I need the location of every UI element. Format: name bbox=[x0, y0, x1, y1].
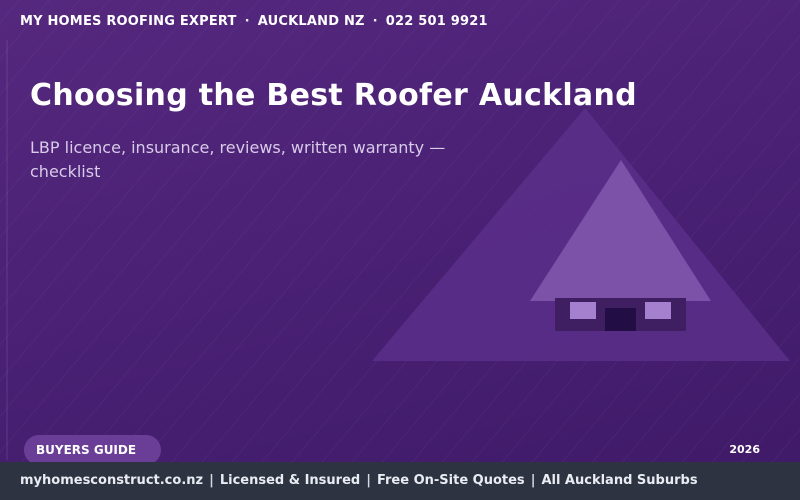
footer-separator: | bbox=[209, 473, 214, 488]
footer-bar: myhomesconstruct.co.nz | Licensed & Insure… bbox=[0, 462, 800, 500]
house-illustration bbox=[372, 108, 790, 361]
footer-licensed: Licensed & Insured bbox=[219, 473, 361, 488]
footer-quotes: Free On-Site Quotes bbox=[376, 473, 525, 488]
footer-separator: | bbox=[530, 473, 536, 488]
page-subtitle: LBP licence, insurance, reviews, written… bbox=[30, 138, 446, 181]
house-window-left bbox=[570, 302, 596, 319]
house-window-right bbox=[645, 302, 671, 319]
footer-suburbs: All Auckland Suburbs bbox=[541, 473, 698, 488]
house-door bbox=[605, 308, 636, 331]
year-label: 2026 bbox=[729, 443, 760, 456]
website-link[interactable]: myhomesconstruct.co.nz bbox=[20, 473, 203, 488]
page-title: Choosing the Best Roofer Auckland bbox=[30, 78, 637, 113]
footer-separator: | bbox=[366, 473, 371, 488]
buyers-guide-badge: BUYERS GUIDE bbox=[24, 435, 161, 465]
